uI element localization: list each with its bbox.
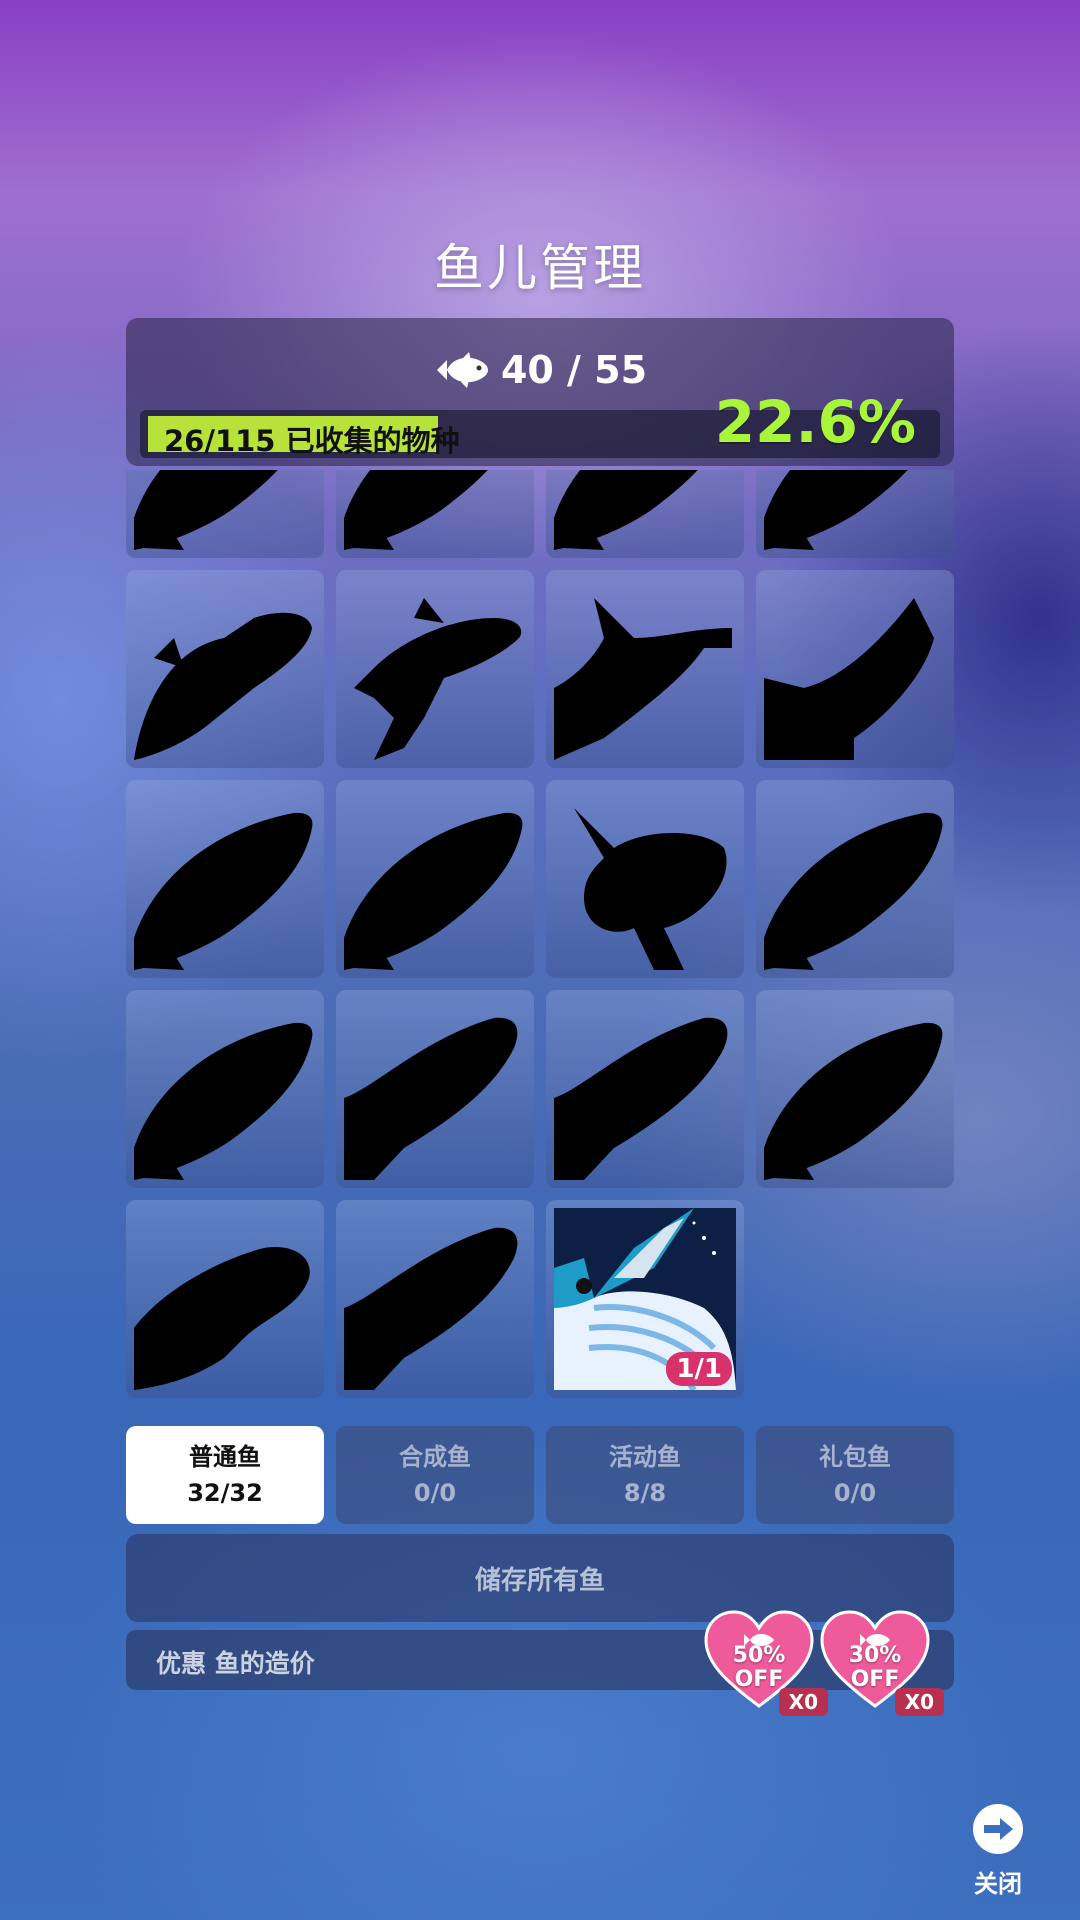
manta-silhouette-icon — [764, 598, 934, 760]
whale-silhouette-icon — [344, 1227, 518, 1390]
fish-cell[interactable] — [336, 1200, 534, 1398]
sunfish-silhouette-icon — [574, 808, 727, 970]
fish-icon — [436, 352, 488, 388]
close-button[interactable]: 关闭 — [964, 1804, 1032, 1904]
fish-cell[interactable] — [336, 570, 534, 768]
fish-cell[interactable] — [126, 1200, 324, 1398]
tab-label: 合成鱼 — [399, 1443, 471, 1471]
fish-cell[interactable] — [756, 990, 954, 1188]
fish-silhouette-icon — [134, 1022, 313, 1180]
whale-silhouette-icon — [344, 1017, 518, 1180]
tab-label: 活动鱼 — [609, 1443, 681, 1471]
fish-silhouette-icon — [134, 470, 278, 550]
tab-count: 32/32 — [187, 1479, 263, 1507]
fish-cell[interactable] — [336, 990, 534, 1188]
shark-silhouette-icon — [134, 612, 312, 760]
orca-silhouette-icon — [354, 598, 522, 760]
fish-silhouette-icon — [344, 470, 488, 550]
fish-cell[interactable] — [336, 780, 534, 978]
fish-cell[interactable] — [546, 470, 744, 558]
collection-header: 40 / 55 26/115 已收集的物种 22.6% — [126, 318, 954, 466]
fish-cell[interactable] — [126, 780, 324, 978]
tab-2[interactable]: 活动鱼 8/8 — [546, 1426, 744, 1524]
fish-silhouette-icon — [554, 470, 698, 550]
fish-silhouette-icon — [764, 812, 943, 970]
fish-silhouette-icon — [764, 1022, 943, 1180]
coupon-percent: 50% OFF — [732, 1643, 786, 1692]
store-all-fish-button[interactable]: 储存所有鱼 — [126, 1534, 954, 1622]
category-tabs: 普通鱼 32/32 合成鱼 0/0 活动鱼 8/8 礼包鱼 0/0 — [126, 1426, 954, 1524]
tab-1[interactable]: 合成鱼 0/0 — [336, 1426, 534, 1524]
discount-coupon[interactable]: 30% OFF X0 — [820, 1610, 944, 1720]
tab-label: 普通鱼 — [189, 1443, 261, 1471]
coupon-quantity: X0 — [894, 1688, 944, 1716]
whale-silhouette-icon — [554, 1017, 728, 1180]
fish-grid[interactable]: 1/1 — [126, 470, 954, 1412]
fish-cell[interactable] — [126, 990, 324, 1188]
fish-capacity: 40 / 55 — [126, 348, 954, 392]
fish-cell[interactable] — [546, 780, 744, 978]
fish-cell[interactable] — [546, 990, 744, 1188]
page-title: 鱼儿管理 — [434, 239, 646, 297]
fish-cell[interactable]: 1/1 — [546, 1200, 744, 1398]
fish-count-badge: 1/1 — [666, 1352, 732, 1386]
tab-0[interactable]: 普通鱼 32/32 — [126, 1426, 324, 1524]
tab-count: 8/8 — [623, 1479, 667, 1507]
fish-cell[interactable] — [126, 570, 324, 768]
close-label: 关闭 — [974, 1870, 1022, 1898]
fish-silhouette-icon — [344, 812, 523, 970]
collection-percent: 22.6% — [714, 388, 916, 456]
coupon-percent: 30% OFF — [848, 1643, 902, 1692]
tab-label: 礼包鱼 — [819, 1443, 891, 1471]
hammerhead-silhouette-icon — [554, 598, 732, 760]
tab-3[interactable]: 礼包鱼 0/0 — [756, 1426, 954, 1524]
beluga-silhouette-icon — [134, 1247, 310, 1390]
discount-label: 优惠 鱼的造价 — [156, 1649, 315, 1678]
fish-cell[interactable] — [546, 570, 744, 768]
discount-coupon[interactable]: 50% OFF X0 — [704, 1610, 828, 1720]
fish-cell[interactable] — [756, 470, 954, 558]
arrow-right-icon — [973, 1804, 1023, 1854]
collection-progress-label: 26/115 已收集的物种 — [164, 424, 460, 458]
fish-silhouette-icon — [134, 812, 313, 970]
fish-silhouette-icon — [764, 470, 908, 550]
fish-cell[interactable] — [126, 470, 324, 558]
fish-cell[interactable] — [756, 780, 954, 978]
fish-cell[interactable] — [756, 570, 954, 768]
fish-capacity-text: 40 / 55 — [500, 348, 648, 392]
tab-count: 0/0 — [833, 1479, 877, 1507]
tab-count: 0/0 — [413, 1479, 457, 1507]
fish-cell[interactable] — [336, 470, 534, 558]
